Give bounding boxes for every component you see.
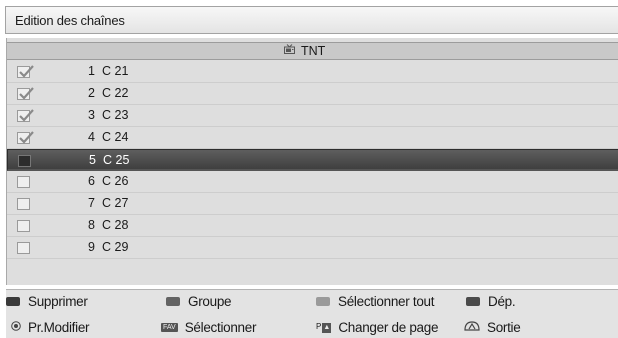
channel-checkbox[interactable] xyxy=(18,155,31,167)
legend-exit[interactable]: Sortie xyxy=(464,318,521,337)
channel-number: 1 xyxy=(88,64,95,78)
channel-name: C 27 xyxy=(102,196,129,210)
fav-icon: FAV xyxy=(161,322,178,332)
page-icon: P ▲ xyxy=(316,322,332,334)
channel-checkbox[interactable] xyxy=(17,65,34,78)
legend-group[interactable]: Groupe xyxy=(166,293,232,311)
page-icon-letter: P xyxy=(316,322,322,332)
channel-row[interactable]: 5 C 25 xyxy=(7,149,618,171)
channel-row[interactable]: 9 C 29 xyxy=(7,237,618,259)
channel-name: C 21 xyxy=(102,64,129,78)
red-key-icon xyxy=(6,296,20,306)
channel-row[interactable]: 8 C 28 xyxy=(7,215,618,237)
channel-number: 2 xyxy=(88,86,95,100)
exit-icon xyxy=(464,318,480,336)
legend-edit[interactable]: Pr.Modifier xyxy=(11,318,90,337)
channel-row[interactable]: 4 C 24 xyxy=(7,127,618,149)
group-label: TNT xyxy=(301,44,326,58)
channel-list-panel: TNT 1 C 21 2 C 22 3 C 23 4 C 24 5 C 25 6 C 26 7 C 27 8… xyxy=(6,38,618,285)
legend-label: Groupe xyxy=(188,294,232,309)
channel-row[interactable]: 3 C 23 xyxy=(7,105,618,127)
channel-number: 5 xyxy=(89,153,96,167)
green-key-icon xyxy=(166,296,180,306)
legend-delete[interactable]: Supprimer xyxy=(6,293,88,311)
channel-checkbox[interactable] xyxy=(17,198,30,210)
ok-icon xyxy=(11,318,21,336)
legend-label: Pr.Modifier xyxy=(28,320,90,335)
yellow-key-icon xyxy=(316,296,330,306)
check-icon xyxy=(19,87,34,100)
channel-checkbox[interactable] xyxy=(17,220,30,232)
channel-number: 9 xyxy=(88,240,95,254)
check-icon xyxy=(19,131,34,144)
window-title: Edition des chaînes xyxy=(5,6,618,34)
channel-checkbox[interactable] xyxy=(17,131,34,144)
legend-move[interactable]: Dép. xyxy=(466,293,516,311)
blue-key-icon xyxy=(466,296,480,306)
channel-name: C 28 xyxy=(102,218,129,232)
channel-checkbox[interactable] xyxy=(17,242,30,254)
channel-number: 8 xyxy=(88,218,95,232)
legend-label: Changer de page xyxy=(338,320,439,335)
check-icon xyxy=(19,109,34,122)
legend-select[interactable]: FAV Sélectionner xyxy=(161,319,256,337)
channel-name: C 26 xyxy=(102,174,129,188)
channel-row[interactable]: 1 C 21 xyxy=(7,61,618,83)
channel-row[interactable]: 6 C 26 xyxy=(7,171,618,193)
legend-change-page[interactable]: P ▲ Changer de page xyxy=(316,319,438,337)
channel-checkbox[interactable] xyxy=(17,87,34,100)
legend-label: Supprimer xyxy=(28,294,88,309)
legend-label: Sélectionner tout xyxy=(338,294,435,309)
channel-name: C 29 xyxy=(102,240,129,254)
legend-label: Dép. xyxy=(488,294,516,309)
channel-name: C 23 xyxy=(102,108,129,122)
channel-edit-screen: Edition des chaînes TNT 1 C 21 2 C 22 3 C 23 4… xyxy=(0,0,618,338)
channel-name: C 22 xyxy=(102,86,129,100)
legend-label: Sélectionner xyxy=(184,320,257,335)
window-title-text: Edition des chaînes xyxy=(15,13,125,28)
legend-label: Sortie xyxy=(487,320,521,335)
group-header[interactable]: TNT xyxy=(7,42,618,60)
channel-row[interactable]: 2 C 22 xyxy=(7,83,618,105)
channel-checkbox[interactable] xyxy=(17,109,34,122)
channel-name: C 24 xyxy=(102,130,129,144)
legend-select-all[interactable]: Sélectionner tout xyxy=(316,293,435,311)
channel-number: 6 xyxy=(88,174,95,188)
tv-icon xyxy=(284,42,295,59)
channel-number: 4 xyxy=(88,130,95,144)
button-legend: Supprimer Groupe Sélectionner tout Dép. … xyxy=(6,289,618,338)
channel-row[interactable]: 7 C 27 xyxy=(7,193,618,215)
channel-number: 7 xyxy=(88,196,95,210)
channel-number: 3 xyxy=(88,108,95,122)
channel-name: C 25 xyxy=(103,153,130,167)
channel-checkbox[interactable] xyxy=(17,176,30,188)
check-icon xyxy=(19,65,34,78)
